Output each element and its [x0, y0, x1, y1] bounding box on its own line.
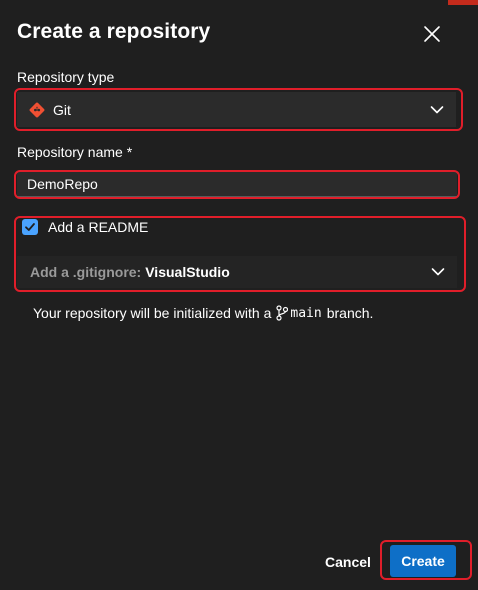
create-repository-dialog: Create a repository Repository type Git … — [0, 0, 478, 590]
git-icon — [29, 102, 45, 118]
add-readme-checkbox[interactable]: Add a README — [22, 219, 148, 235]
close-button[interactable] — [418, 20, 446, 48]
repository-type-label: Repository type — [17, 69, 115, 85]
close-icon — [424, 26, 440, 42]
branch-name: main — [290, 305, 322, 321]
cancel-button[interactable]: Cancel — [315, 546, 381, 578]
gitignore-prefix: Add a .gitignore: — [30, 264, 142, 280]
repository-name-label: Repository name * — [17, 144, 133, 160]
gitignore-value: VisualStudio — [145, 264, 230, 280]
repository-type-select[interactable]: Git — [17, 92, 456, 127]
initialization-info: Your repository will be initialized with… — [33, 305, 373, 321]
info-suffix: branch. — [326, 305, 374, 321]
chevron-down-icon — [431, 268, 445, 276]
chevron-down-icon — [430, 105, 444, 113]
create-button[interactable]: Create — [390, 545, 456, 577]
branch-icon — [276, 305, 289, 321]
info-prefix: Your repository will be initialized with… — [33, 305, 272, 321]
gitignore-select[interactable]: Add a .gitignore: VisualStudio — [17, 256, 457, 288]
add-readme-label: Add a README — [48, 219, 149, 235]
dialog-title: Create a repository — [17, 20, 211, 43]
window-corner-accent — [448, 0, 478, 5]
repository-type-value: Git — [53, 101, 71, 118]
checkbox-checked-icon — [22, 219, 38, 235]
repository-name-input[interactable] — [17, 172, 457, 197]
